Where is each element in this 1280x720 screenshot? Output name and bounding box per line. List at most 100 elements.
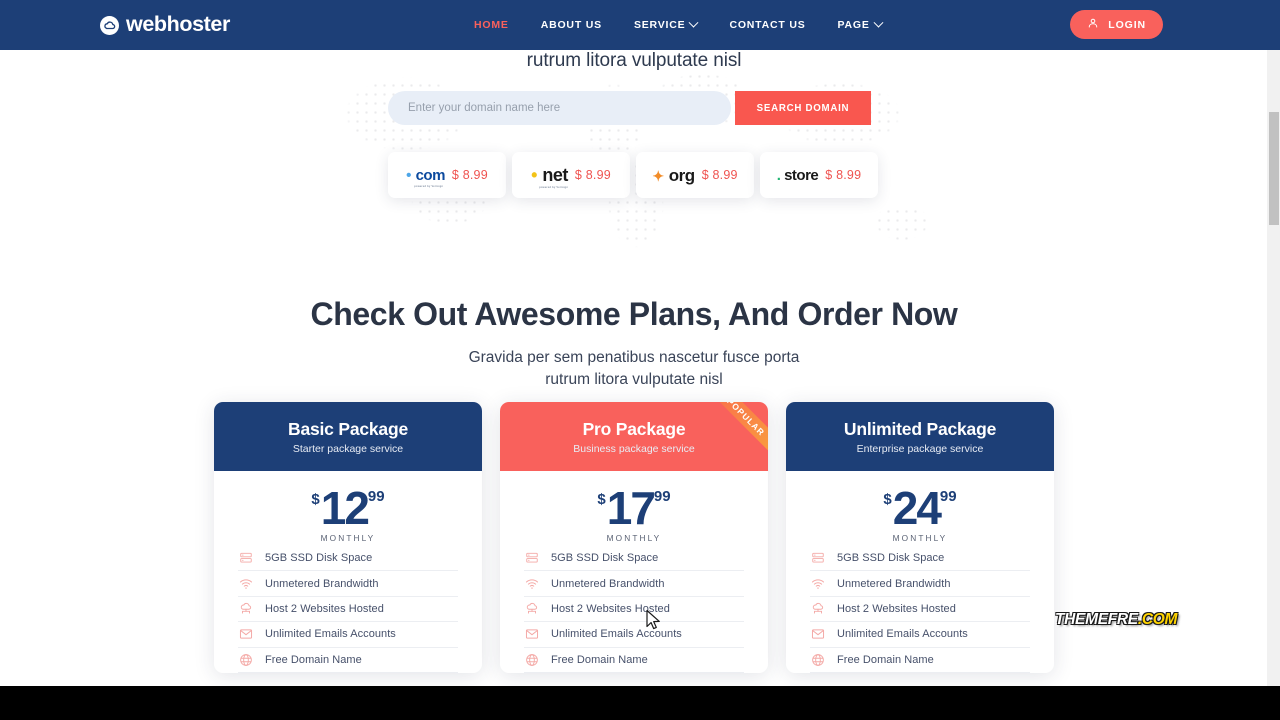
tld-card-store[interactable]: store $ 8.99: [760, 152, 878, 198]
feature-item: Unmetered Brandwidth: [238, 571, 458, 597]
billing-period: MONTHLY: [320, 533, 376, 543]
feature-item: Unlimited Emails Accounts: [524, 622, 744, 648]
feature-item: Unmetered Brandwidth: [810, 571, 1030, 597]
feature-label: Unlimited Emails Accounts: [837, 628, 968, 641]
cloud-network-icon: [238, 601, 253, 616]
tld-price: $ 8.99: [451, 168, 488, 182]
com-logo-icon: com powered by Verisign: [406, 168, 445, 188]
search-domain-button[interactable]: SEARCH DOMAIN: [735, 91, 871, 125]
login-button[interactable]: LOGIN: [1070, 10, 1163, 39]
plan-features-list: 5GB SSD Disk Space Unmetered Brandwidth: [214, 546, 482, 673]
feature-label: Unlimited Emails Accounts: [265, 628, 396, 641]
feature-label: Unlimited Emails Accounts: [551, 628, 682, 641]
server-icon: [810, 551, 825, 566]
feature-label: Free Domain Name: [265, 653, 362, 666]
nav-label: HOME: [474, 19, 509, 31]
plan-tagline: Enterprise package service: [856, 442, 984, 455]
feature-item: 5GB SSD Disk Space: [238, 546, 458, 572]
plan-name: Basic Package: [288, 418, 408, 439]
price-cents: 99: [367, 488, 385, 505]
wifi-icon: [810, 576, 825, 591]
feature-label: Unmetered Brandwidth: [837, 577, 951, 590]
domain-search-input[interactable]: [388, 91, 731, 125]
brand-logo[interactable]: webhoster: [100, 0, 230, 50]
hero-subtitle: rutrum litora vulputate nisl: [526, 50, 742, 71]
nav-item-about-us[interactable]: ABOUT US: [525, 0, 618, 50]
domain-search-row: SEARCH DOMAIN: [388, 91, 871, 125]
cloud-icon: [100, 15, 119, 35]
globe-icon: [810, 652, 825, 667]
pricing-card-header: Basic Package Starter package service: [214, 402, 482, 471]
pricing-card-basic[interactable]: Basic Package Starter package service $ …: [214, 402, 482, 673]
globe-icon: [524, 652, 539, 667]
nav-label: PAGE: [837, 19, 870, 31]
feature-label: 5GB SSD Disk Space: [837, 552, 945, 565]
billing-period: MONTHLY: [606, 533, 662, 543]
plan-name: Unlimited Package: [843, 418, 997, 439]
feature-item: Host 2 Websites Hosted: [810, 597, 1030, 623]
watermark-name: THEMEFRE: [1055, 611, 1138, 628]
org-logo-icon: org: [652, 167, 695, 184]
header-inner: webhoster HOME ABOUT US SERVICE CONTACT …: [100, 0, 1180, 50]
site-header: webhoster HOME ABOUT US SERVICE CONTACT …: [0, 0, 1280, 50]
nav-item-service[interactable]: SERVICE: [618, 0, 714, 50]
plans-subtitle: Gravida per sem penatibus nascetur fusce…: [0, 347, 1268, 391]
plan-price-block: $ 12 99 MONTHLY: [214, 471, 482, 546]
feature-label: Host 2 Websites Hosted: [837, 602, 956, 615]
feature-item: Free Domain Name: [524, 648, 744, 673]
feature-item: Unlimited Emails Accounts: [238, 622, 458, 648]
nav-label: SERVICE: [633, 19, 686, 31]
popular-badge: POPULAR: [703, 402, 768, 460]
feature-label: Host 2 Websites Hosted: [551, 602, 670, 615]
cloud-network-icon: [810, 601, 825, 616]
feature-item: Host 2 Websites Hosted: [238, 597, 458, 623]
nav-item-home[interactable]: HOME: [458, 0, 525, 50]
browser-viewport: webhoster HOME ABOUT US SERVICE CONTACT …: [0, 0, 1280, 686]
main-nav: HOME ABOUT US SERVICE CONTACT US PAGE: [458, 0, 898, 50]
price-cents: 99: [653, 488, 671, 505]
tld-card-net[interactable]: net powered by Verisign $ 8.99: [512, 152, 630, 198]
plan-price-block: $ 17 99 MONTHLY: [500, 471, 768, 546]
page-title: Check Out Awesome Plans, And Order Now: [310, 296, 958, 332]
tld-card-org[interactable]: org $ 8.99: [636, 152, 754, 198]
tld-card-com[interactable]: com powered by Verisign $ 8.99: [388, 152, 506, 198]
tld-price: $ 8.99: [825, 168, 862, 182]
currency-symbol: $: [311, 491, 320, 508]
tld-sub: powered by Verisign: [539, 186, 569, 190]
billing-period: MONTHLY: [892, 533, 948, 543]
feature-label: Free Domain Name: [551, 653, 648, 666]
feature-label: Free Domain Name: [837, 653, 934, 666]
brand-name: webhoster: [126, 12, 230, 37]
tld-price-row: com powered by Verisign $ 8.99 net power…: [388, 152, 884, 198]
nav-item-page[interactable]: PAGE: [822, 0, 898, 50]
watermark-tld: .COM: [1137, 611, 1178, 628]
plan-name: Pro Package: [582, 418, 686, 439]
feature-item: 5GB SSD Disk Space: [524, 546, 744, 572]
tld-price: $ 8.99: [701, 168, 738, 182]
nav-label: ABOUT US: [540, 19, 602, 31]
currency-symbol: $: [883, 491, 892, 508]
pricing-card-pro[interactable]: Pro Package Business package service POP…: [500, 402, 768, 673]
user-icon: [1087, 17, 1099, 32]
feature-label: 5GB SSD Disk Space: [551, 552, 659, 565]
tld-sub: powered by Verisign: [414, 184, 444, 188]
envelope-icon: [810, 627, 825, 642]
pricing-card-unlimited[interactable]: Unlimited Package Enterprise package ser…: [786, 402, 1054, 673]
feature-item: Unmetered Brandwidth: [524, 571, 744, 597]
chevron-down-icon: [689, 17, 699, 28]
currency-symbol: $: [597, 491, 606, 508]
price-cents: 99: [939, 488, 957, 505]
envelope-icon: [524, 627, 539, 642]
envelope-icon: [238, 627, 253, 642]
feature-label: Unmetered Brandwidth: [551, 577, 665, 590]
wifi-icon: [238, 576, 253, 591]
scrollbar-thumb[interactable]: [1268, 112, 1279, 225]
vertical-scrollbar[interactable]: [1267, 50, 1280, 686]
plans-subtitle-line: rutrum litora vulputate nisl: [545, 371, 723, 388]
price-amount: 17: [606, 482, 656, 534]
plan-tagline: Business package service: [573, 442, 695, 455]
chevron-down-icon: [873, 17, 884, 28]
nav-item-contact-us[interactable]: CONTACT US: [713, 0, 821, 50]
plan-features-list: 5GB SSD Disk Space Unmetered Brandwidth: [500, 546, 768, 673]
tld-price: $ 8.99: [574, 168, 611, 182]
